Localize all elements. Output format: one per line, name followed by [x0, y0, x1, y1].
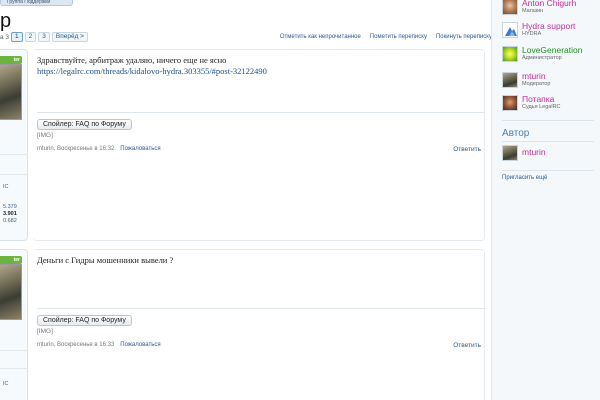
page-title: р: [0, 10, 12, 32]
signature-image-tag: [IMG]: [37, 132, 53, 139]
participant-name[interactable]: Anton Chigurh: [522, 0, 576, 8]
participant-item[interactable]: Потапка Судья LegalRC: [502, 93, 600, 113]
message-meta: mturin, Воскресенье в 16:32 Пожаловаться: [37, 146, 161, 152]
reply-link[interactable]: Ответить: [453, 342, 481, 349]
participant-name[interactable]: mturin: [522, 71, 546, 81]
user-stat-points: 0.682: [3, 218, 17, 224]
divider: [0, 174, 28, 175]
page-link-1[interactable]: 1: [11, 32, 23, 42]
divider: [0, 368, 28, 369]
hydra-logo-icon[interactable]: [502, 22, 518, 38]
conversation-actions: Отметить как непрочитанное Пометить пере…: [280, 34, 492, 40]
page-link-2[interactable]: 2: [24, 32, 37, 42]
avatar[interactable]: [502, 0, 518, 15]
pagination: а 3 1 2 3 Вперёд >: [0, 32, 89, 42]
next-page-button[interactable]: Вперёд >: [51, 32, 89, 42]
message-text: Здравствуйте, арбитраж удаляю, ничего ещ…: [37, 55, 227, 65]
user-stat-label: ІС: [3, 184, 9, 190]
message-meta: mturin, Воскресенье в 16:33 Пожаловаться: [37, 342, 161, 348]
message-user-panel: ter ІС 5.379 3.901 0.682: [0, 49, 28, 241]
user-stat-likes: 3.901: [3, 211, 17, 217]
mark-dialog-link[interactable]: Пометить переписку: [370, 34, 427, 40]
avatar[interactable]: [502, 145, 518, 161]
message-frame: [33, 49, 485, 241]
divider: [0, 350, 28, 351]
message-author-time[interactable]: mturin, Воскресенье в 16:33: [37, 342, 114, 348]
avatar[interactable]: [502, 72, 518, 88]
message-list: ter ІС 5.379 3.901 0.682 Здравствуйте, а…: [0, 46, 491, 400]
divider: [502, 170, 594, 171]
participant-item[interactable]: Hydra support HYDRA: [502, 20, 600, 40]
report-link[interactable]: Пожаловаться: [120, 342, 160, 348]
invite-more-link[interactable]: Пригласить ещё: [502, 175, 547, 181]
signature-divider: [37, 112, 485, 113]
spoiler-button[interactable]: Спойлер: FAQ по Форуму: [37, 315, 132, 326]
author-item[interactable]: mturin: [502, 143, 600, 163]
message-author-time[interactable]: mturin, Воскресенье в 16:32: [37, 146, 114, 152]
participant-role: Модератор: [522, 81, 551, 87]
avatar[interactable]: [502, 95, 518, 111]
message-content: Деньги с Гидры мошенники вывели ? Спойле…: [33, 249, 485, 400]
breadcrumb[interactable]: Группа Поддержки: [0, 0, 73, 6]
author-name[interactable]: mturin: [522, 147, 546, 157]
divider: [0, 154, 28, 155]
message-content: Здравствуйте, арбитраж удаляю, ничего ещ…: [33, 49, 485, 241]
participant-role: Администратор: [522, 55, 562, 61]
divider: [502, 141, 594, 142]
avatar[interactable]: [502, 46, 518, 62]
participant-name[interactable]: Потапка: [522, 94, 554, 104]
participant-name[interactable]: LoveGeneration: [522, 45, 583, 55]
message-user-panel: ter ІС: [0, 249, 28, 400]
mark-unread-link[interactable]: Отметить как непрочитанное: [280, 34, 361, 40]
pagination-prefix: а 3: [0, 33, 10, 41]
spoiler-button[interactable]: Спойлер: FAQ по Форуму: [37, 119, 132, 130]
conversation-sidebar: Anton Chigurh Магазин Hydra support HYDR…: [491, 0, 600, 400]
participant-item[interactable]: LoveGeneration Администратор: [502, 44, 600, 64]
user-badge: ter: [0, 256, 22, 264]
participant-name[interactable]: Hydra support: [522, 21, 575, 31]
signature-divider: [37, 308, 485, 309]
author-heading: Автор: [502, 128, 530, 139]
reply-link[interactable]: Ответить: [453, 146, 481, 153]
participant-role: HYDRA: [522, 31, 542, 37]
message-post: ter ІС 5.379 3.901 0.682 Здравствуйте, а…: [0, 49, 491, 241]
divider: [502, 120, 594, 121]
message-post: ter ІС Деньги с Гидры мошенники вывели ?…: [0, 249, 491, 400]
participant-role: Магазин: [522, 8, 544, 14]
page-link-3[interactable]: 3: [38, 32, 50, 42]
participant-item[interactable]: mturin Модератор: [502, 70, 600, 90]
user-stat-messages: 5.379: [3, 204, 17, 210]
user-badge: ter: [0, 56, 22, 64]
breadcrumb-label: Группа Поддержки: [7, 0, 51, 5]
leave-dialog-link[interactable]: Покинуть переписку: [436, 34, 492, 40]
participant-role: Судья LegalRC: [522, 104, 561, 110]
report-link[interactable]: Пожаловаться: [120, 146, 160, 152]
message-text: Деньги с Гидры мошенники вывели ?: [37, 255, 174, 265]
avatar[interactable]: [0, 264, 22, 320]
user-stat-label: ІС: [3, 381, 9, 387]
avatar[interactable]: [0, 64, 22, 120]
participant-item[interactable]: Anton Chigurh Магазин: [502, 0, 600, 17]
signature-image-tag: [IMG]: [37, 328, 53, 335]
message-link[interactable]: https://legalrc.com/threads/kidalovo-hyd…: [37, 66, 267, 76]
